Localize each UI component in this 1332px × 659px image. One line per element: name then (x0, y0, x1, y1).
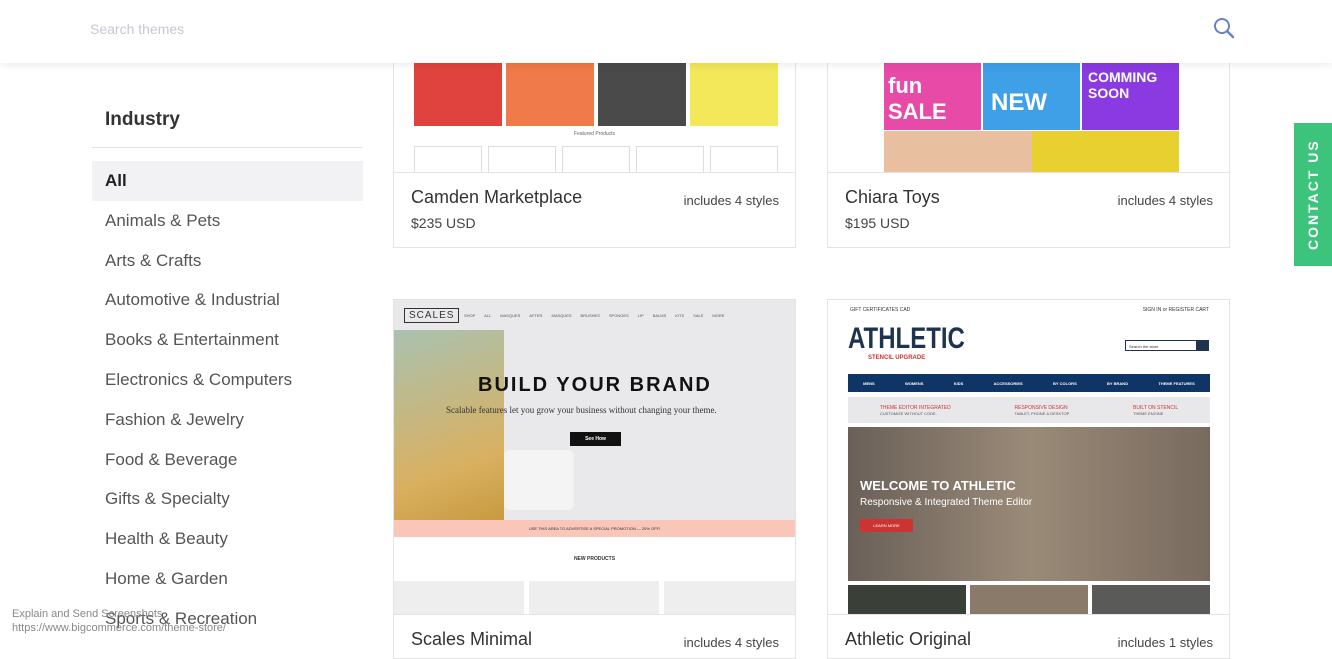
sidebar-item-electronics-computers[interactable]: Electronics & Computers (92, 360, 363, 400)
preview-nav-item: ACCESSORIES (993, 380, 1023, 386)
sidebar-item-health-beauty[interactable]: Health & Beauty (92, 519, 363, 559)
preview-nav-item: MORE (712, 313, 725, 318)
preview-nav-item: LIP BALMS (637, 313, 667, 318)
preview-nav-item: MASQUES (500, 313, 521, 318)
sidebar-item-automotive-industrial[interactable]: Automotive & Industrial (92, 280, 363, 320)
sidebar-item-animals-pets[interactable]: Animals & Pets (92, 201, 363, 241)
overlay-url: https://www.bigcommerce.com/theme-store/ (12, 622, 226, 634)
sidebar-item-home-garden[interactable]: Home & Garden (92, 559, 363, 599)
theme-preview: GIFT CERTIFICATES CAD SIGN IN or REGISTE… (828, 300, 1229, 614)
feature-sub: TABLET, PHONE & DESKTOP (1014, 410, 1070, 416)
sidebar-item-food-beverage[interactable]: Food & Beverage (92, 440, 363, 480)
preview-feature: RESPONSIVE DESIGN TABLET, PHONE & DESKTOP (1015, 405, 1070, 416)
preview-feature: THEME EDITOR INTEGRATED CUSTOMIZE WITHOUT… (880, 405, 951, 416)
preview-nav-item: BY COLORS (1053, 380, 1077, 386)
feature-sub: THEME ENGINE (1133, 410, 1164, 416)
feature-title: BUILT ON STENCIL (1133, 404, 1179, 411)
preview-nav-item: AFTER MASQUES (529, 313, 572, 318)
preview-nav-item: KIDS (953, 380, 964, 386)
contact-us-button[interactable]: CONTACT US (1294, 123, 1332, 266)
sidebar-item-books-entertainment[interactable]: Books & Entertainment (92, 320, 363, 360)
sidebar-item-fashion-jewelry[interactable]: Fashion & Jewelry (92, 400, 363, 440)
preview-nav-item: SALE (693, 313, 704, 318)
preview-nav-item: WOMENS (905, 380, 924, 386)
search-icon[interactable] (1213, 17, 1235, 39)
preview-nav-item: KITS (675, 313, 685, 318)
theme-card-chiara[interactable]: fun SALE NEW COMMING SOON Chiara Toys $1… (827, 40, 1230, 248)
filter-heading: Industry (105, 109, 180, 130)
theme-name[interactable]: Athletic Original (845, 629, 971, 650)
preview-section-title: Featured Products (573, 131, 616, 137)
preview-nav: SHOP ALL MASQUES AFTER MASQUES BRUSHES SPONG… (464, 313, 733, 318)
preview-nav-item: SHOP ALL (464, 313, 492, 318)
theme-styles-count: includes 4 styles (683, 193, 779, 208)
theme-preview: SCALES SHOP ALL MASQUES AFTER MASQUES BRUSH… (394, 300, 795, 614)
sidebar-item-all[interactable]: All (92, 161, 363, 201)
search-input[interactable] (90, 19, 690, 39)
theme-price: $235 USD (411, 215, 476, 231)
preview-nav-item: MENS (863, 380, 875, 386)
sidebar-item-arts-crafts[interactable]: Arts & Crafts (92, 241, 363, 281)
theme-name[interactable]: Camden Marketplace (411, 187, 582, 208)
theme-styles-count: includes 4 styles (1117, 193, 1213, 208)
header (0, 0, 1332, 63)
divider (92, 147, 363, 148)
theme-name[interactable]: Scales Minimal (411, 629, 532, 650)
preview-nav-item: SPONGES (608, 313, 629, 318)
theme-name[interactable]: Chiara Toys (845, 187, 940, 208)
theme-card-scales[interactable]: SCALES SHOP ALL MASQUES AFTER MASQUES BRUSH… (393, 299, 796, 659)
overlay-caption: Explain and Send Screenshots (12, 608, 163, 620)
preview-feature: BUILT ON STENCIL THEME ENGINE (1133, 405, 1178, 416)
preview-nav-item: BRUSHES (580, 313, 600, 318)
feature-title: THEME EDITOR INTEGRATED (879, 404, 951, 411)
feature-sub: CUSTOMIZE WITHOUT CODE. (879, 410, 937, 416)
theme-card-camden[interactable]: Featured Products Camden Marketplace $23… (393, 40, 796, 248)
preview-nav-item: BY BRAND (1107, 380, 1129, 386)
theme-card-athletic[interactable]: GIFT CERTIFICATES CAD SIGN IN or REGISTE… (827, 299, 1230, 659)
feature-title: RESPONSIVE DESIGN (1014, 404, 1068, 411)
sidebar-item-gifts-specialty[interactable]: Gifts & Specialty (92, 479, 363, 519)
preview-nav-item: THEME FEATURES (1158, 380, 1195, 386)
theme-price: $195 USD (845, 215, 910, 231)
